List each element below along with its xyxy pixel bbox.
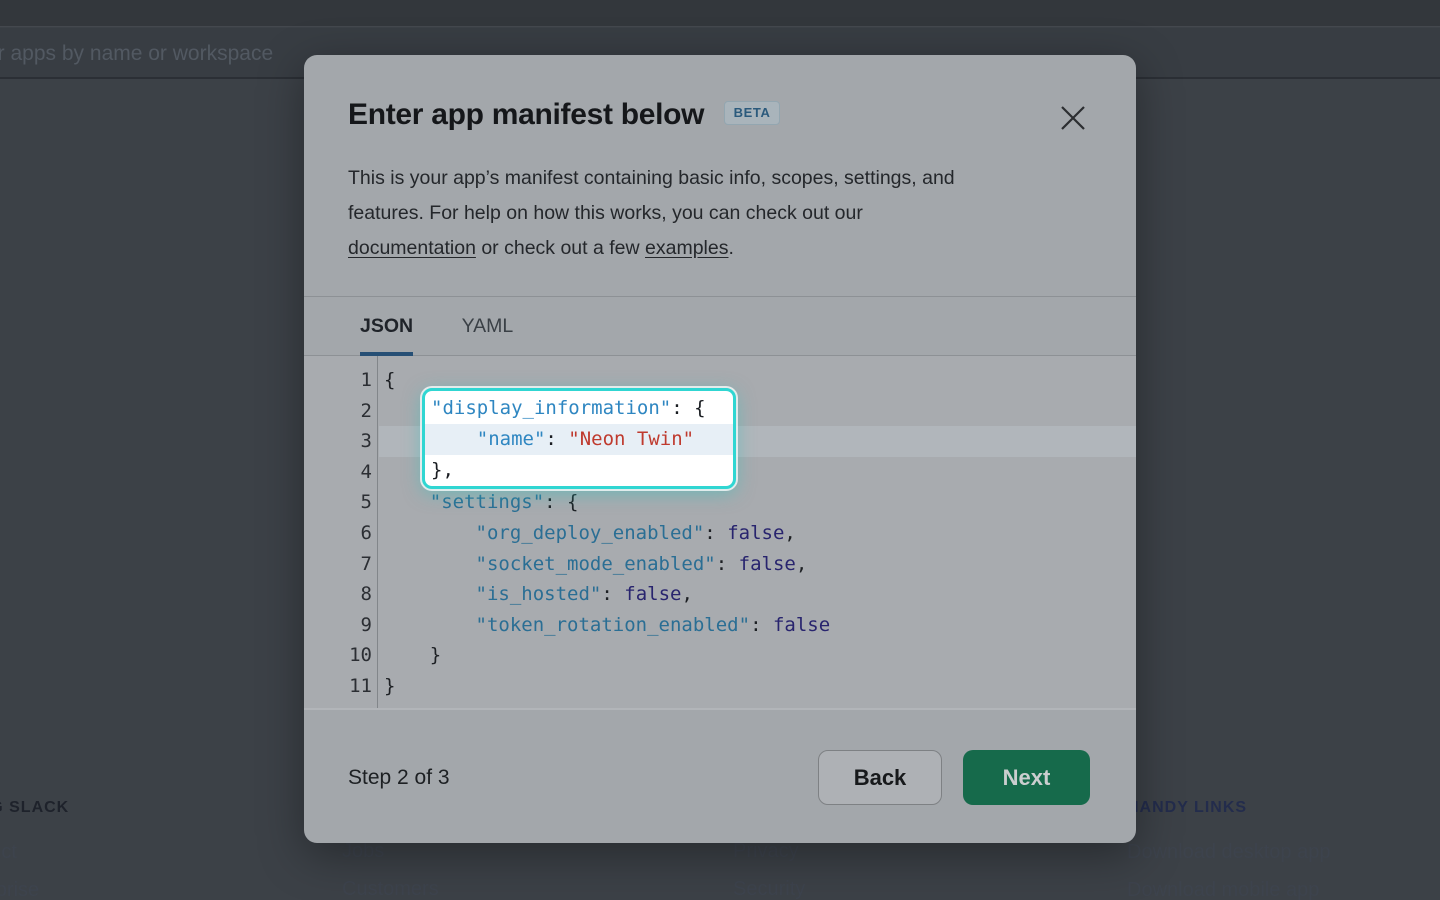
code-token: "socket_mode_enabled": [476, 553, 716, 575]
footer-heading-using-slack: USING SLACK: [0, 799, 69, 817]
code-token: "org_deploy_enabled": [476, 522, 705, 544]
code-token: }: [430, 644, 441, 666]
gutter-numbers: 1234567891011: [304, 356, 378, 708]
modal-footer: Step 2 of 3 Back Next: [304, 708, 1136, 843]
line-number: 5: [304, 487, 372, 518]
code-line[interactable]: "token_rotation_enabled": false: [379, 610, 1136, 641]
description-mid: or check out a few: [476, 237, 645, 259]
code-token: ,: [681, 583, 692, 605]
modal-title: Enter app manifest below: [348, 97, 704, 133]
line-number: 6: [304, 518, 372, 549]
code-token: :: [716, 553, 739, 575]
code-token: : {: [544, 491, 578, 513]
footer-link-product[interactable]: Product: [0, 842, 69, 863]
code-line[interactable]: }: [379, 640, 1136, 671]
code-token: "Neon Twin": [568, 428, 694, 450]
code-line[interactable]: }: [379, 671, 1136, 702]
code-token: "name": [477, 428, 546, 450]
code-token: "settings": [430, 491, 544, 513]
code-line[interactable]: "org_deploy_enabled": false,: [379, 518, 1136, 549]
line-number: 9: [304, 610, 372, 641]
examples-link[interactable]: examples: [645, 237, 728, 259]
footer-link-enterprise[interactable]: Enterprise: [0, 880, 69, 900]
line-number: 11: [304, 671, 372, 702]
spotlight-lines: "display_information": { "name": "Neon T…: [425, 393, 733, 486]
code-token: "is_hosted": [476, 583, 602, 605]
line-number: 8: [304, 579, 372, 610]
footer-link-privacy[interactable]: Privacy: [733, 841, 805, 862]
code-token: {: [384, 369, 395, 391]
line-number: 10: [304, 640, 372, 671]
line-number: 2: [304, 396, 372, 427]
code-token: false: [773, 614, 830, 636]
line-number: 7: [304, 549, 372, 580]
code-line[interactable]: "is_hosted": false,: [379, 579, 1136, 610]
footer-link-security[interactable]: Security: [733, 879, 805, 900]
code-line[interactable]: "socket_mode_enabled": false,: [379, 549, 1136, 580]
close-icon: [1058, 103, 1088, 133]
footer-column-handy-links: HANDY LINKS Download desktop app Downloa…: [1127, 799, 1330, 900]
back-button[interactable]: Back: [818, 750, 942, 805]
code-token: :: [750, 614, 773, 636]
footer-column-company: Jobs Customers: [342, 841, 439, 900]
footer-link-download-desktop-app[interactable]: Download desktop app: [1127, 842, 1330, 863]
modal-description: This is your app’s manifest containing b…: [348, 161, 1092, 266]
code-token: ,: [796, 553, 807, 575]
code-token: false: [739, 553, 796, 575]
page-top-nav: [0, 0, 1440, 27]
code-token: :: [601, 583, 624, 605]
line-number: 1: [304, 365, 372, 396]
tab-yaml[interactable]: YAML: [462, 297, 514, 356]
spotlight-code-line[interactable]: },: [425, 455, 733, 486]
documentation-link[interactable]: documentation: [348, 237, 476, 259]
footer-heading-handy-links: HANDY LINKS: [1127, 799, 1330, 817]
spotlight-code-line[interactable]: "display_information": {: [425, 393, 733, 424]
code-token: :: [545, 428, 568, 450]
code-token: : {: [671, 397, 705, 419]
code-token: false: [624, 583, 681, 605]
code-token: }: [384, 675, 395, 697]
code-token: false: [727, 522, 784, 544]
description-line-1: This is your app’s manifest containing b…: [348, 167, 955, 189]
description-end: .: [728, 237, 733, 259]
code-line[interactable]: "settings": {: [379, 487, 1136, 518]
modal-header: Enter app manifest below BETA: [304, 55, 1136, 133]
code-token: },: [431, 459, 454, 481]
code-token: :: [704, 522, 727, 544]
beta-badge: BETA: [724, 101, 781, 125]
spotlight-code-line[interactable]: "name": "Neon Twin": [425, 424, 733, 455]
step-indicator: Step 2 of 3: [348, 710, 450, 845]
tutorial-spotlight-highlight[interactable]: "display_information": { "name": "Neon T…: [422, 388, 736, 489]
next-button[interactable]: Next: [963, 750, 1090, 805]
code-token: "token_rotation_enabled": [476, 614, 751, 636]
code-token: "display_information": [431, 397, 671, 419]
footer-column-legal: Privacy Security: [733, 841, 805, 900]
tab-json[interactable]: JSON: [360, 297, 413, 356]
line-number: 3: [304, 426, 372, 457]
search-placeholder: Filter apps by name or workspace: [0, 28, 273, 79]
footer-link-customers[interactable]: Customers: [342, 879, 439, 900]
code-token: ,: [784, 522, 795, 544]
editor-tab-bar: JSON YAML: [304, 296, 1136, 356]
footer-column-using-slack: USING SLACK Product Enterprise: [0, 799, 69, 900]
description-line-2: features. For help on how this works, yo…: [348, 202, 863, 224]
line-number: 4: [304, 457, 372, 488]
footer-link-download-mobile-app[interactable]: Download mobile app: [1127, 880, 1330, 900]
close-button[interactable]: [1058, 103, 1088, 133]
